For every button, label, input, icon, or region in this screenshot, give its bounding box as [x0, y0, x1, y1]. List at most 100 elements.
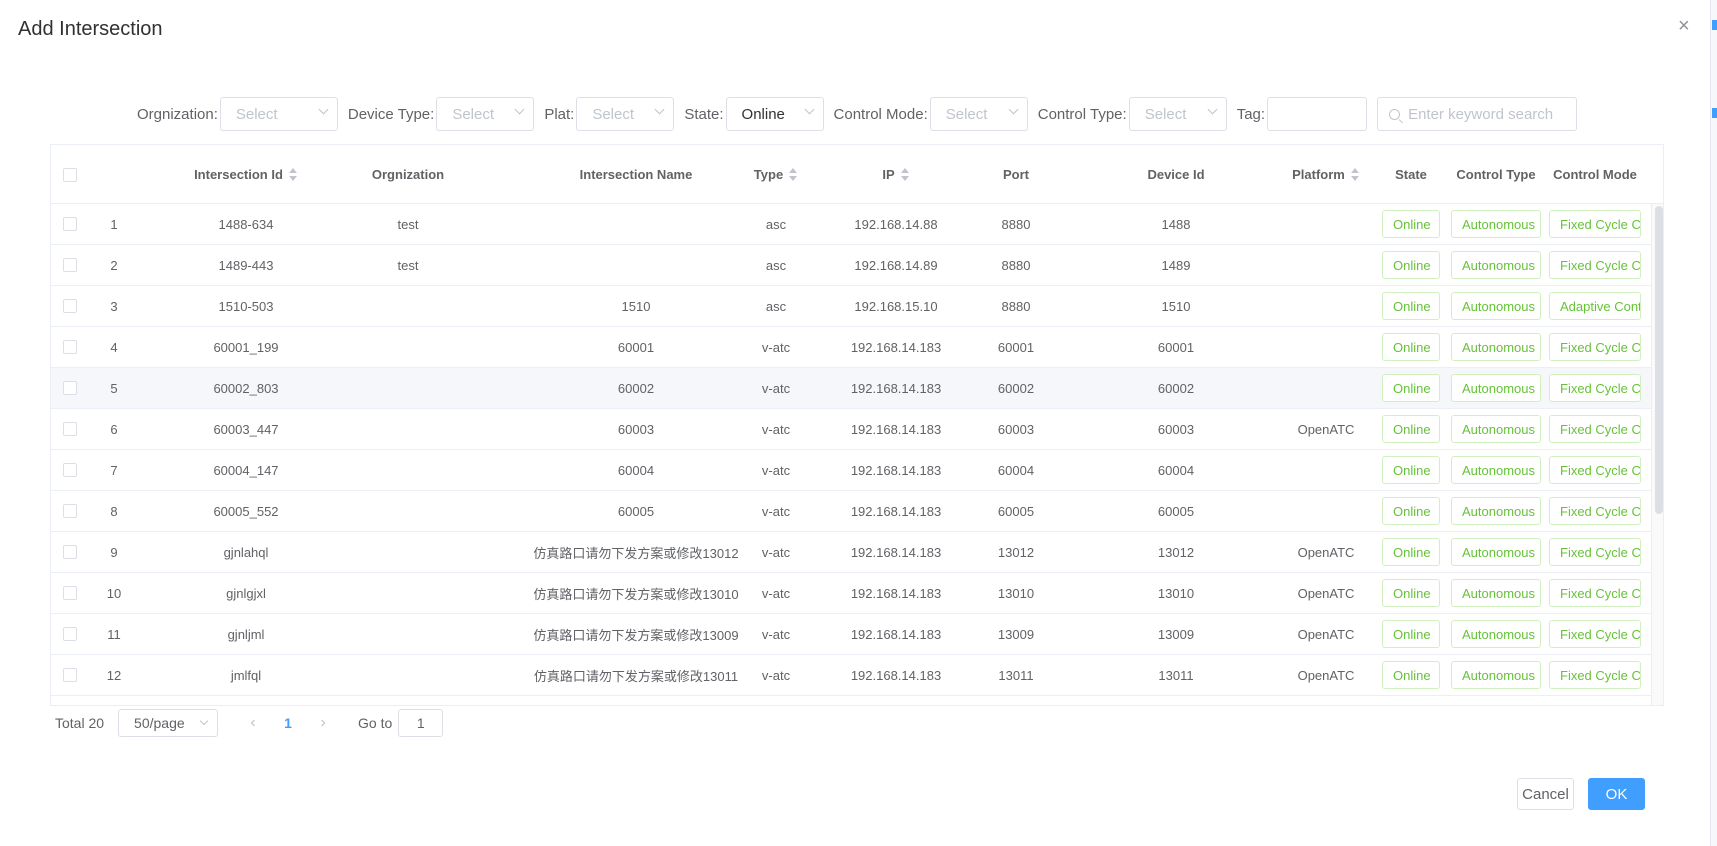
cell-device-id: 60003 [1081, 409, 1271, 449]
table-row[interactable]: 5 60002_803 60002 v-atc 192.168.14.183 60002 6… [51, 368, 1651, 409]
page-number-1[interactable]: 1 [268, 715, 308, 731]
cell-organization [351, 532, 465, 572]
state-select[interactable]: Online [725, 97, 824, 131]
cell-index-text: 7 [110, 462, 118, 478]
sort-icon[interactable] [900, 167, 910, 182]
cell-control-type: Autonomous [1447, 286, 1545, 326]
cell-type: v-atc [711, 450, 841, 490]
cell-intersection-name-text: 60004 [617, 462, 655, 478]
table-scrollbar[interactable] [1651, 204, 1663, 705]
keyword-search-input[interactable]: Enter keyword search [1377, 97, 1578, 131]
cell-control-type: Autonomous [1447, 614, 1545, 654]
row-checkbox[interactable] [63, 504, 77, 518]
control-type-select[interactable]: Select [1128, 97, 1227, 131]
control-mode-tag: Fixed Cycle Co [1549, 579, 1641, 607]
table-row[interactable]: 7 60004_147 60004 v-atc 192.168.14.183 60004 6… [51, 450, 1651, 491]
row-checkbox[interactable] [63, 463, 77, 477]
table-row[interactable]: 2 1489-443 test asc 192.168.14.89 8880 1489 Onl… [51, 245, 1651, 286]
select-all-checkbox[interactable] [63, 167, 77, 182]
row-checkbox[interactable] [63, 545, 77, 559]
row-checkbox[interactable] [63, 217, 77, 231]
table-row[interactable]: 11 gjnljml 仿真路口请勿下发方案或修改13009 v-atc 192.168.… [51, 614, 1651, 655]
row-checkbox[interactable] [63, 258, 77, 272]
close-icon[interactable]: × [1678, 16, 1690, 36]
row-checkbox[interactable] [63, 340, 77, 354]
prev-page-button[interactable]: ‹ [238, 714, 268, 732]
cell-type-text: v-atc [761, 421, 791, 437]
cell-index-text: 8 [110, 503, 118, 519]
sort-icon[interactable] [788, 167, 798, 182]
cell-index: 1 [89, 204, 139, 244]
cell-control-mode: Fixed Cycle Co [1546, 491, 1644, 531]
chevron-down-icon [318, 104, 329, 115]
row-checkbox [51, 286, 89, 326]
cell-index-text: 4 [110, 339, 118, 355]
column-header-type[interactable]: Type [711, 145, 841, 204]
state-tag: Online [1382, 292, 1440, 320]
organization-select-placeholder: Select [235, 105, 278, 123]
column-header-ip[interactable]: IP [831, 145, 961, 204]
row-checkbox[interactable] [63, 627, 77, 641]
cell-port-text: 13010 [997, 585, 1035, 601]
cell-device-id-text: 1489 [1161, 257, 1191, 273]
table-row[interactable]: 6 60003_447 60003 v-atc 192.168.14.183 60003 6… [51, 409, 1651, 450]
cancel-button[interactable]: Cancel [1517, 778, 1574, 810]
cell-control-type: Autonomous [1447, 655, 1545, 695]
row-checkbox[interactable] [63, 422, 77, 436]
table-row[interactable]: 12 jmlfql 仿真路口请勿下发方案或修改13011 v-atc 192.168.1… [51, 655, 1651, 696]
cell-port: 8880 [961, 245, 1071, 285]
page-size-select[interactable]: 50/page [118, 709, 219, 737]
table-row[interactable]: 9 gjnlahql 仿真路口请勿下发方案或修改13012 v-atc 192.168.… [51, 532, 1651, 573]
cell-control-type: Autonomous [1447, 368, 1545, 408]
cell-port-text: 60001 [997, 339, 1035, 355]
column-header-label: Control Type [1456, 166, 1536, 182]
cell-ip-text: 192.168.14.183 [850, 585, 942, 601]
cell-index-text: 3 [110, 298, 118, 314]
column-header-label: State [1395, 166, 1427, 182]
table-row[interactable]: 8 60005_552 60005 v-atc 192.168.14.183 60005 6… [51, 491, 1651, 532]
cell-control-mode: Fixed Cycle Co [1546, 368, 1644, 408]
control-type-tag: Autonomous [1451, 415, 1541, 443]
plat-select[interactable]: Select [576, 97, 675, 131]
select-all-cell [51, 145, 89, 204]
row-checkbox[interactable] [63, 668, 77, 682]
table-row[interactable]: 1 1488-634 test asc 192.168.14.88 8880 1488 Onl… [51, 204, 1651, 245]
cell-device-id-text: 60004 [1157, 462, 1195, 478]
row-checkbox [51, 655, 89, 695]
control-mode-select[interactable]: Select [929, 97, 1028, 131]
cell-control-mode: Adaptive Cont [1546, 286, 1644, 326]
cell-port: 60004 [961, 450, 1071, 490]
table-row[interactable]: 4 60001_199 60001 v-atc 192.168.14.183 60001 6… [51, 327, 1651, 368]
column-header-intersection-id[interactable]: Intersection Id [171, 145, 321, 204]
table-row[interactable]: 10 gjnlgjxl 仿真路口请勿下发方案或修改13010 v-atc 192.168… [51, 573, 1651, 614]
pagination-total: Total 20 [55, 715, 105, 731]
sort-icon[interactable] [288, 167, 298, 182]
cell-index: 11 [89, 614, 139, 654]
table-row[interactable]: 3 1510-503 1510 asc 192.168.15.10 8880 1510 Onl… [51, 286, 1651, 327]
cell-intersection-id-text: gjnljml [227, 626, 265, 642]
cell-ip: 192.168.14.183 [831, 327, 961, 367]
sort-icon[interactable] [1350, 167, 1360, 182]
table-scrollbar-thumb[interactable] [1655, 206, 1663, 514]
add-intersection-dialog: Add Intersection × Orgnization: Select D… [0, 0, 1717, 846]
tag-input[interactable] [1267, 97, 1368, 131]
cell-port-text: 60005 [997, 503, 1035, 519]
row-checkbox[interactable] [63, 381, 77, 395]
cell-organization: test [351, 245, 465, 285]
goto-page-input[interactable]: 1 [398, 709, 444, 737]
cell-ip: 192.168.14.183 [831, 573, 961, 613]
cell-index: 10 [89, 573, 139, 613]
cell-port-text: 8880 [1001, 298, 1031, 314]
row-checkbox[interactable] [63, 586, 77, 600]
cell-port-text: 8880 [1001, 257, 1031, 273]
control-mode-tag: Fixed Cycle Co [1549, 538, 1641, 566]
cell-control-mode: Fixed Cycle Co [1546, 204, 1644, 244]
background-edge [1710, 0, 1717, 846]
cell-state: Online [1361, 491, 1461, 531]
ok-button[interactable]: OK [1588, 778, 1645, 810]
device-type-select[interactable]: Select [436, 97, 535, 131]
state-tag: Online [1382, 333, 1440, 361]
row-checkbox[interactable] [63, 299, 77, 313]
organization-select[interactable]: Select [219, 97, 338, 131]
next-page-button[interactable]: › [308, 714, 338, 732]
